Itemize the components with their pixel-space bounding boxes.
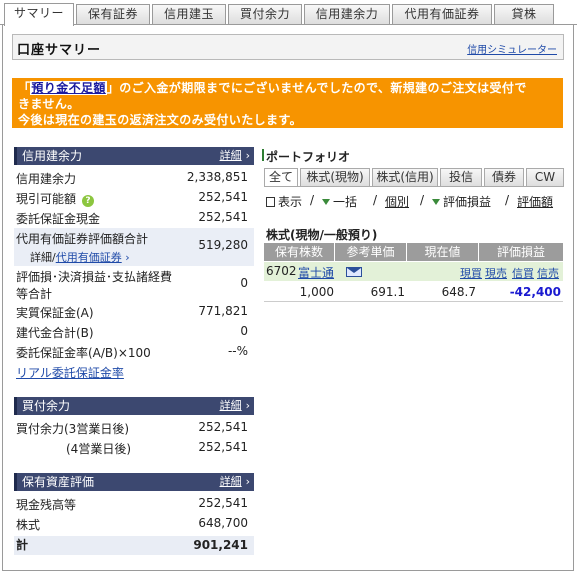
credit-power-header: 信用建余力 詳細 › (14, 147, 254, 165)
document-icon (266, 197, 275, 207)
col-header-current-price: 現在値 (407, 243, 478, 261)
slash-divider: / (310, 193, 315, 207)
chevron-right-icon: › (245, 475, 250, 488)
portfolio-tab-all[interactable]: 全て (264, 168, 298, 187)
chevron-right-icon: › (125, 251, 130, 264)
portfolio-tab-funds[interactable]: 投信 (440, 168, 482, 187)
portfolio-tab-bonds[interactable]: 債券 (484, 168, 524, 187)
credit-row: 委託保証金率(A/B)×100 --% (16, 344, 248, 360)
credit-row: 現引可能額? 252,541 (16, 190, 248, 207)
table-row: 6702 富士通 現買 現売 信買 信売 (264, 262, 563, 281)
portfolio-tab-margin-stock[interactable]: 株式(信用) (372, 168, 438, 187)
tab-summary[interactable]: サマリー (4, 3, 74, 26)
cash-stock-section-title: 株式(現物/一般預り) (266, 228, 378, 242)
triangle-down-icon (432, 199, 440, 205)
mail-icon[interactable] (346, 266, 362, 280)
assets-detail-link[interactable]: 詳細 › (220, 473, 250, 491)
collateral-detail-line: 詳細/代用有価証券 › (14, 249, 254, 265)
col-header-pl: 評価損益 (479, 243, 563, 261)
tab-collateral-securities[interactable]: 代用有価証券 (392, 4, 492, 25)
col-header-shares: 保有株数 (264, 243, 334, 261)
grouping-toggle[interactable]: 一括 (322, 193, 357, 210)
buying-row: (4営業日後) 252,541 (66, 440, 248, 456)
asset-row: 株式 648,700 (16, 516, 248, 532)
tab-holdings[interactable]: 保有証券 (76, 4, 150, 25)
triangle-down-icon (322, 199, 330, 205)
page-title: 口座サマリー (17, 43, 102, 58)
warning-quote: 「 (18, 81, 31, 95)
asset-total-row: 計 901,241 (14, 536, 254, 555)
warning-text-2: きません。 (18, 97, 80, 111)
asset-valuation-header: 保有資産評価 詳細 › (14, 473, 254, 491)
tab-buying-power[interactable]: 買付余力 (228, 4, 302, 25)
asset-valuation-title: 保有資産評価 (22, 475, 95, 489)
portfolio-tab-cw[interactable]: CW (526, 168, 564, 187)
chevron-right-icon: › (245, 399, 250, 412)
realtime-margin-ratio-link[interactable]: リアル委託保証金率 (16, 364, 124, 381)
ref-price-cell: 691.1 (370, 285, 405, 299)
margin-buy-link[interactable]: 信買 (512, 265, 534, 281)
valuation-link[interactable]: 評価額 (517, 193, 553, 210)
slash-divider: / (373, 193, 378, 207)
display-label: 表示 (266, 193, 302, 210)
shares-cell: 1,000 (299, 285, 334, 299)
cash-buy-link[interactable]: 現買 (460, 265, 482, 281)
warning-text-3: 今後は現在の建玉の返済注文のみ受付いたします。 (18, 113, 303, 127)
buying-detail-link[interactable]: 詳細 › (220, 397, 250, 415)
buying-power-header: 買付余力 詳細 › (14, 397, 254, 415)
warning-text-1: 」のご入金が期限までにございませんでしたので、新規建のご注文は受付で (106, 81, 527, 95)
stock-name-link[interactable]: 富士通 (298, 264, 334, 281)
deposit-warning-banner: 「預り金不足額」のご入金が期限までにございませんでしたので、新規建のご注文は受付… (12, 78, 563, 128)
margin-sell-link[interactable]: 信売 (537, 265, 559, 281)
collateral-securities-link[interactable]: 代用有価証券 (56, 251, 122, 264)
buying-power-title: 買付余力 (22, 399, 71, 413)
portfolio-tab-cash-stock[interactable]: 株式(現物) (300, 168, 370, 187)
main-tab-bar: サマリー 保有証券 信用建玉 買付余力 信用建余力 代用有価証券 貸株 (0, 0, 577, 26)
tab-stock-lending[interactable]: 貸株 (494, 4, 554, 25)
portfolio-tab-divider (264, 186, 564, 187)
pl-cell: -42,400 (509, 285, 561, 299)
slash-divider: / (420, 193, 425, 207)
cash-sell-link[interactable]: 現売 (485, 265, 507, 281)
pl-sort[interactable]: 評価損益 (432, 193, 491, 210)
tab-margin-positions[interactable]: 信用建玉 (152, 4, 226, 25)
buying-row: 買付余力(3営業日後) 252,541 (16, 420, 248, 436)
credit-row: 信用建余力 2,338,851 (16, 170, 248, 186)
credit-row: 実質保証金(A) 771,821 (16, 304, 248, 320)
tab-margin-power[interactable]: 信用建余力 (304, 4, 390, 25)
stock-code: 6702 (266, 264, 297, 278)
chevron-right-icon: › (245, 149, 250, 162)
col-header-ref-price: 参考単価 (335, 243, 406, 261)
individual-link[interactable]: 個別 (385, 193, 409, 210)
credit-power-title: 信用建余力 (22, 149, 83, 163)
page-header: 口座サマリー 信用シミュレーター (12, 34, 564, 60)
detail-label: 詳細/ (30, 251, 56, 264)
credit-row: 委託保証金現金 252,541 (16, 210, 248, 226)
credit-row: 建代金合計(B) 0 (16, 324, 248, 340)
deposit-shortage-link[interactable]: 預り金不足額 (30, 81, 107, 95)
portfolio-title: ポートフォリオ (261, 149, 351, 164)
table-row: 1,000 691.1 648.7 -42,400 (264, 282, 563, 302)
credit-detail-link[interactable]: 詳細 › (220, 147, 250, 165)
asset-row: 現金残高等 252,541 (16, 496, 248, 512)
margin-simulator-link[interactable]: 信用シミュレーター (467, 41, 557, 56)
realtime-ratio-row: リアル委託保証金率 (14, 364, 254, 380)
current-price-cell: 648.7 (441, 285, 476, 299)
slash-divider: / (505, 193, 510, 207)
credit-row: 等合計 (16, 287, 53, 301)
help-icon[interactable]: ? (82, 195, 95, 207)
